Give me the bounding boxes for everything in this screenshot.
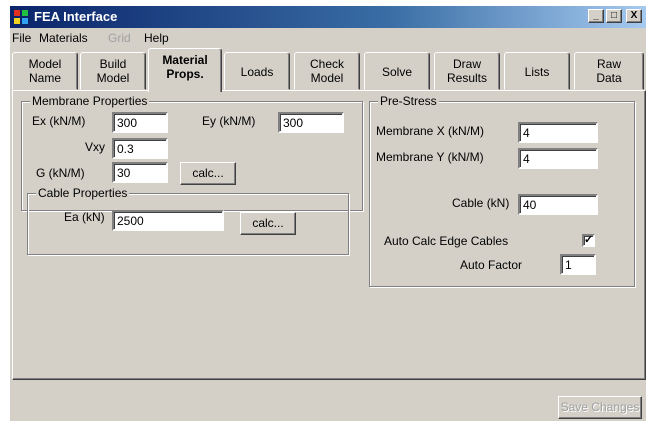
tab-label-line2: Props. [166,67,204,81]
tab-loads[interactable]: Loads [224,52,290,90]
membrane-y-input[interactable]: 4 [518,148,598,169]
ex-label: Ex (kN/M) [32,114,86,128]
membrane-calc-button[interactable]: calc... [180,162,236,185]
cable-prestress-input[interactable]: 40 [518,194,598,215]
ey-label: Ey (kN/M) [202,114,256,128]
vxy-input[interactable]: 0.3 [112,138,168,159]
pre-stress-group: Pre-Stress Membrane X (kN/M) 4 Membrane … [369,94,635,287]
menu-grid[interactable]: Grid [108,31,131,45]
tab-label-line1: Solve [381,65,413,79]
cable-calc-button[interactable]: calc... [240,212,296,235]
close-button[interactable]: X [626,9,642,23]
tab-label-line2: Model [96,71,130,85]
ea-label: Ea (kN) [64,210,105,224]
auto-factor-input[interactable]: 1 [560,254,596,275]
tab-build-model[interactable]: Build Model [80,52,146,90]
cable-properties-title: Cable Properties [36,186,130,200]
tab-label-line1: Draw [452,57,481,71]
tab-label-line1: Check [309,57,344,71]
tab-solve[interactable]: Solve [364,52,430,90]
tab-label-line1: Loads [240,65,274,79]
membrane-properties-title: Membrane Properties [30,94,150,108]
tab-raw-data[interactable]: Raw Data [574,52,644,90]
ea-input[interactable]: 2500 [112,210,224,231]
cable-prestress-label: Cable (kN) [452,196,510,210]
menu-materials[interactable]: Materials [39,31,88,45]
auto-factor-label: Auto Factor [460,258,523,272]
auto-calc-edge-cables-label: Auto Calc Edge Cables [384,234,509,248]
window-title: FEA Interface [34,9,118,24]
tab-label-line2: Data [596,71,622,85]
cable-properties-group: Cable Properties Ea (kN) 2500 calc... [27,186,349,255]
ey-input[interactable]: 300 [278,112,344,133]
membrane-x-label: Membrane X (kN/M) [376,124,485,138]
tab-label-line1: Model [28,57,62,71]
save-changes-button[interactable]: Save Changes [558,396,642,419]
title-bar[interactable]: FEA Interface _ □ X [10,6,646,28]
tab-lists[interactable]: Lists [504,52,570,90]
g-input[interactable]: 30 [112,162,168,183]
membrane-x-input[interactable]: 4 [518,122,598,143]
tab-label-line2: Model [310,71,344,85]
tab-label-line2: Results [446,71,487,85]
menu-help[interactable]: Help [144,31,169,45]
g-label: G (kN/M) [36,166,85,180]
membrane-y-label: Membrane Y (kN/M) [376,150,484,164]
menu-bar: File Materials Grid Help [10,28,646,48]
tab-label-line1: Lists [524,65,550,79]
tab-label-line2: Name [28,71,61,85]
ex-input[interactable]: 300 [112,112,168,133]
auto-calc-edge-cables-checkbox[interactable]: ✓ [582,234,595,247]
tab-label-line1: Material [162,53,208,67]
maximize-button[interactable]: □ [606,9,622,23]
menu-file[interactable]: File [12,31,31,45]
tab-material-props[interactable]: Material Props. [148,48,222,92]
tab-draw-results[interactable]: Draw Results [434,52,500,90]
tab-check-model[interactable]: Check Model [294,52,360,90]
tab-panel: Membrane Properties Ex (kN/M) 300 Ey (kN… [12,90,646,380]
tab-label-line1: Raw [596,57,621,71]
minimize-button[interactable]: _ [588,9,604,23]
tab-label-line1: Build [99,57,127,71]
app-icon [13,9,29,25]
vxy-label: Vxy [85,140,106,154]
pre-stress-title: Pre-Stress [378,94,439,108]
tab-model-name[interactable]: Model Name [12,52,78,90]
